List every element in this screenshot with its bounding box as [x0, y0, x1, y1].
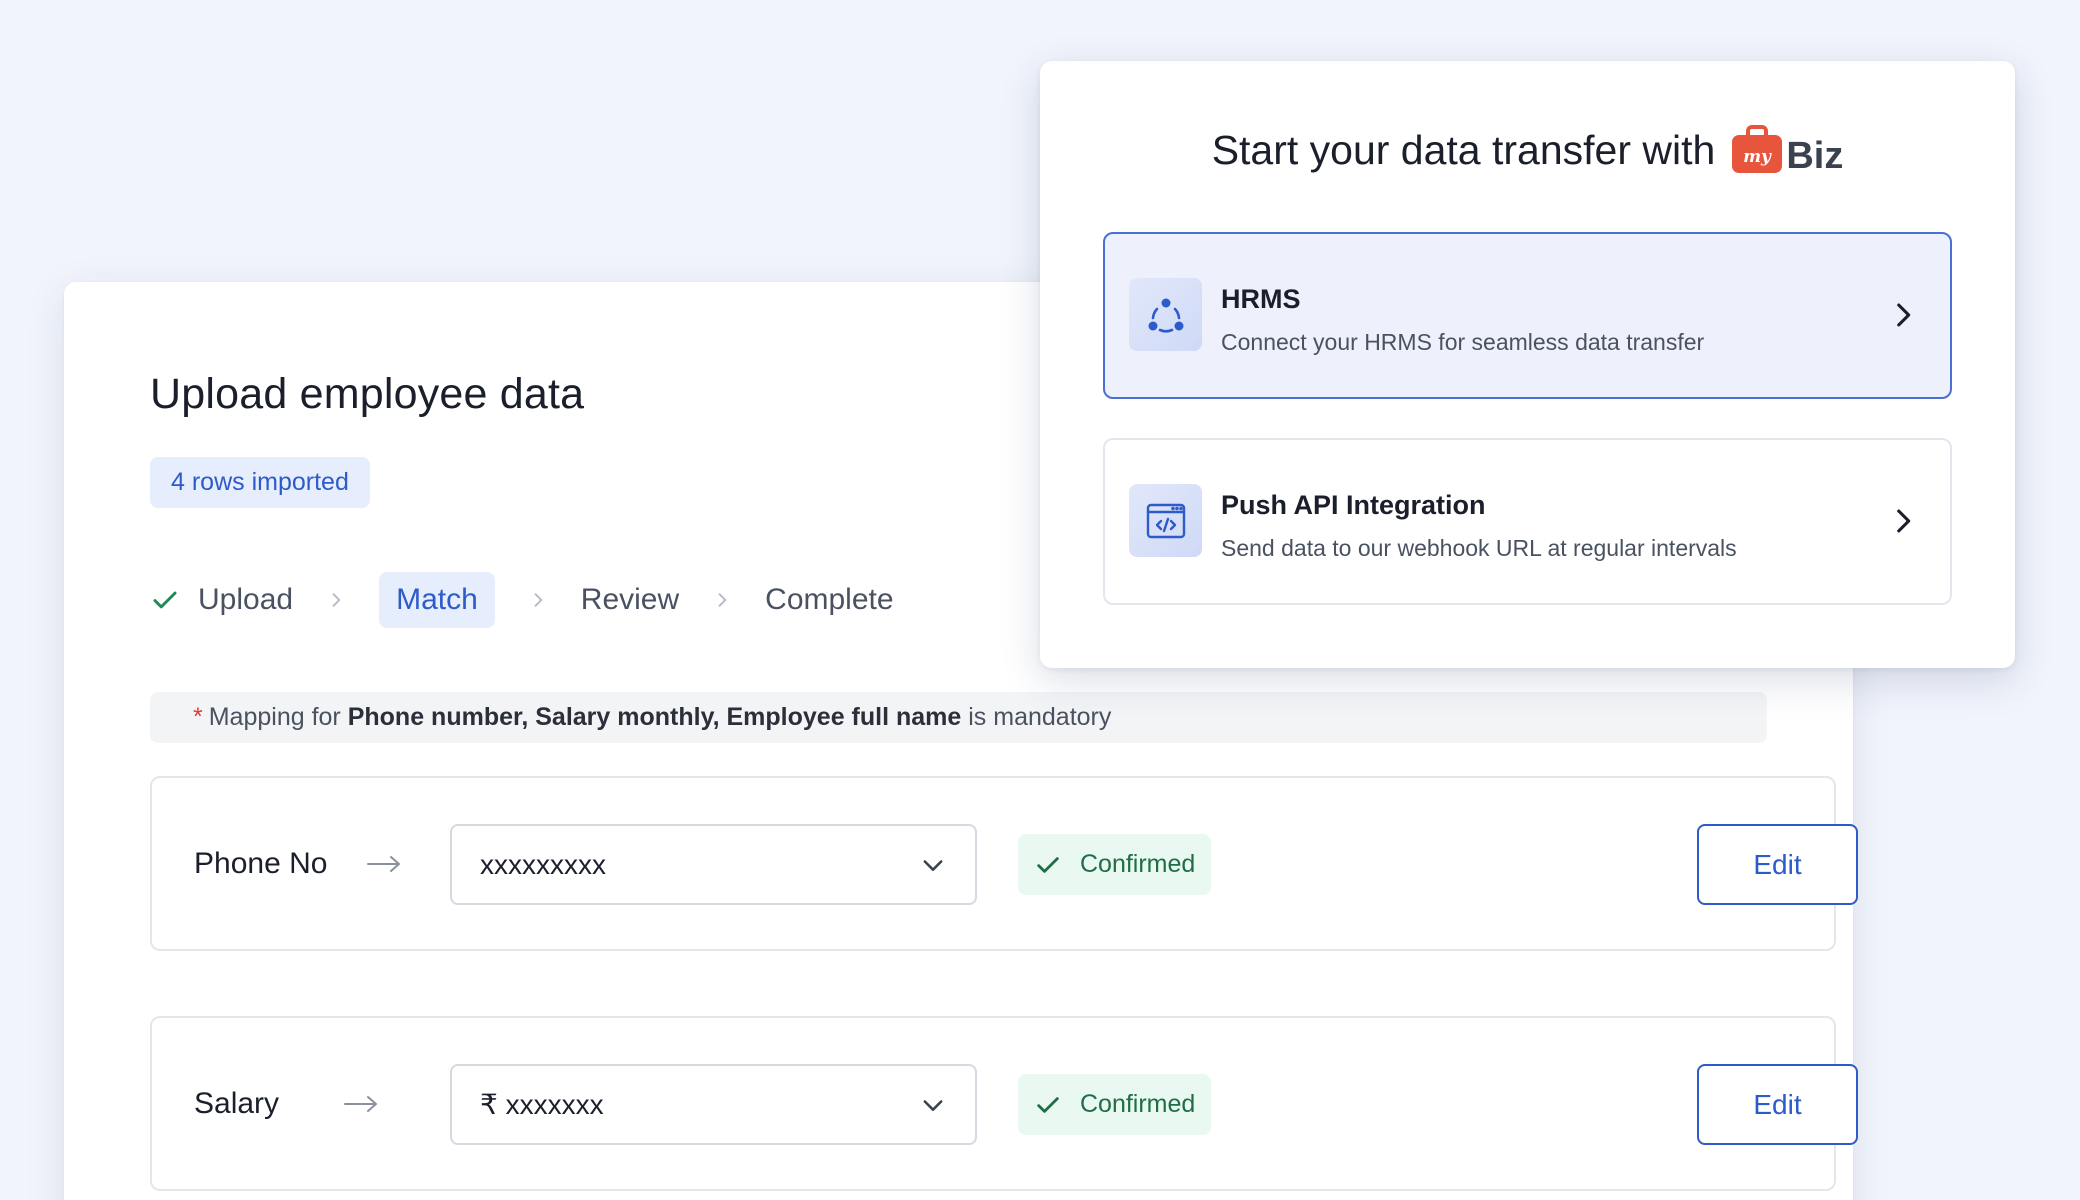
chevron-right-icon: [534, 593, 543, 607]
check-icon: [153, 591, 177, 609]
briefcase-logo-icon: my: [1732, 125, 1783, 173]
arrow-right-icon: [366, 778, 402, 949]
code-window-icon: [1129, 484, 1202, 557]
option-hrms[interactable]: HRMS Connect your HRMS for seamless data…: [1103, 232, 1952, 399]
mandatory-fields: Phone number, Salary monthly, Employee f…: [347, 703, 962, 731]
mandatory-note: * Mapping for Phone number, Salary month…: [150, 692, 1767, 743]
mandatory-suffix: is mandatory: [968, 703, 1112, 731]
chevron-down-icon: [923, 859, 943, 871]
edit-button[interactable]: Edit: [1697, 1064, 1858, 1145]
page-title: Upload employee data: [150, 370, 585, 418]
chevron-right-icon: [718, 593, 727, 607]
network-icon: [1129, 278, 1202, 351]
select-value: ₹ xxxxxxx: [480, 1089, 604, 1120]
status-badge: Confirmed: [1018, 1074, 1212, 1135]
chevron-down-icon: [923, 1099, 943, 1111]
status-label: Confirmed: [1080, 850, 1196, 878]
check-icon: [1037, 1096, 1059, 1113]
chevron-right-icon: [332, 593, 341, 607]
data-transfer-card: Start your data transfer with my Biz HRM…: [1040, 61, 2015, 668]
option-description: Connect your HRMS for seamless data tran…: [1221, 329, 1705, 355]
check-icon: [1037, 856, 1059, 873]
option-push-api[interactable]: Push API Integration Send data to our we…: [1103, 438, 1952, 605]
transfer-title: Start your data transfer with my Biz: [1040, 125, 2015, 175]
step-match[interactable]: Match: [379, 572, 495, 628]
status-label: Confirmed: [1080, 1090, 1196, 1118]
stepper: Upload Match Review Complete: [150, 572, 894, 628]
mapping-row-phone: Phone No xxxxxxxxx Confirmed Edit: [150, 776, 1858, 951]
option-description: Send data to our webhook URL at regular …: [1221, 535, 1737, 561]
logo-text: Biz: [1786, 135, 1844, 177]
mapping-row-salary: Salary ₹ xxxxxxx Confirmed Edit: [150, 1016, 1858, 1191]
step-complete[interactable]: Complete: [765, 572, 893, 628]
step-label: Complete: [765, 583, 894, 616]
rows-imported-badge: 4 rows imported: [150, 457, 370, 508]
select-value: xxxxxxxxx: [480, 848, 606, 880]
required-star: *: [193, 703, 203, 731]
mandatory-prefix: Mapping for: [208, 703, 341, 731]
mybiz-logo: my Biz: [1731, 125, 1843, 175]
chevron-right-icon: [1897, 303, 1911, 327]
column-select[interactable]: xxxxxxxxx: [450, 824, 977, 905]
edit-button[interactable]: Edit: [1697, 824, 1858, 905]
step-label: Review: [580, 583, 680, 616]
step-label: Match: [396, 583, 478, 616]
option-title: Push API Integration: [1221, 490, 1486, 520]
step-upload[interactable]: Upload: [150, 572, 293, 628]
field-label: Phone No: [194, 846, 328, 880]
option-title: HRMS: [1221, 284, 1301, 314]
chevron-right-icon: [1897, 509, 1911, 533]
transfer-title-text: Start your data transfer with: [1211, 126, 1716, 173]
arrow-right-icon: [343, 1018, 379, 1189]
logo-badge-text: my: [1743, 147, 1772, 167]
step-label: Upload: [198, 583, 294, 616]
column-select[interactable]: ₹ xxxxxxx: [450, 1064, 977, 1145]
step-review[interactable]: Review: [581, 572, 679, 628]
field-label: Salary: [194, 1086, 280, 1120]
status-badge: Confirmed: [1018, 834, 1212, 895]
